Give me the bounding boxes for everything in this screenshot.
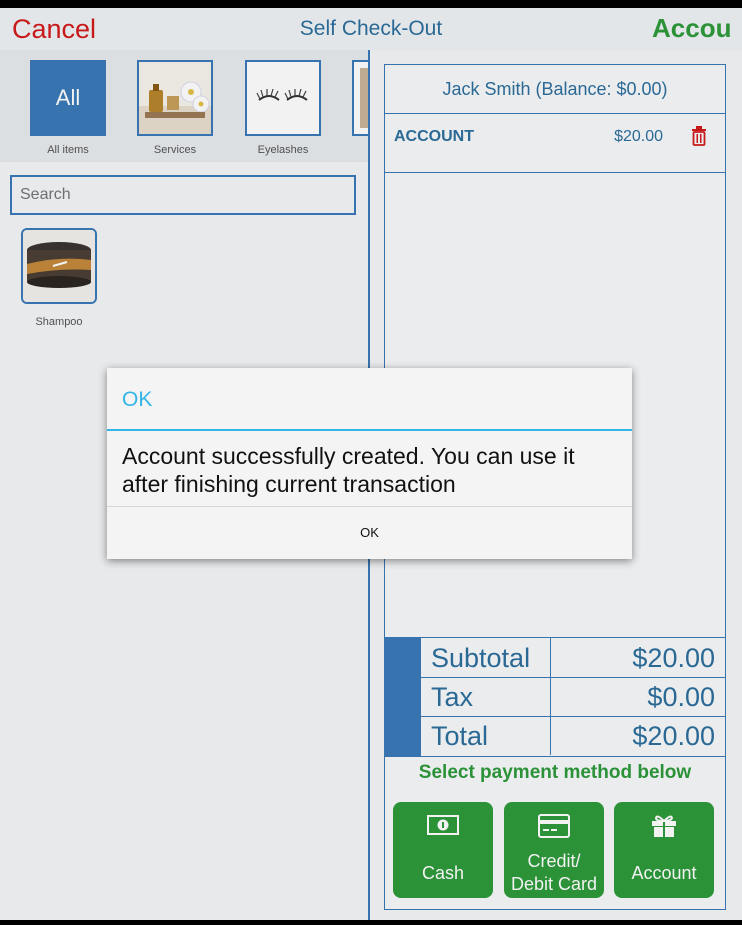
dialog-title: OK xyxy=(122,388,153,411)
status-bar xyxy=(0,0,742,8)
dialog-ok-button[interactable]: OK xyxy=(107,507,632,559)
bottom-edge xyxy=(0,920,742,925)
app-window: Cancel Self Check-Out Accou All All item… xyxy=(0,8,742,920)
dialog-message: Account successfully created. You can us… xyxy=(122,443,575,497)
alert-dialog: OK Account successfully created. You can… xyxy=(107,368,632,559)
dialog-title-divider xyxy=(107,429,632,431)
